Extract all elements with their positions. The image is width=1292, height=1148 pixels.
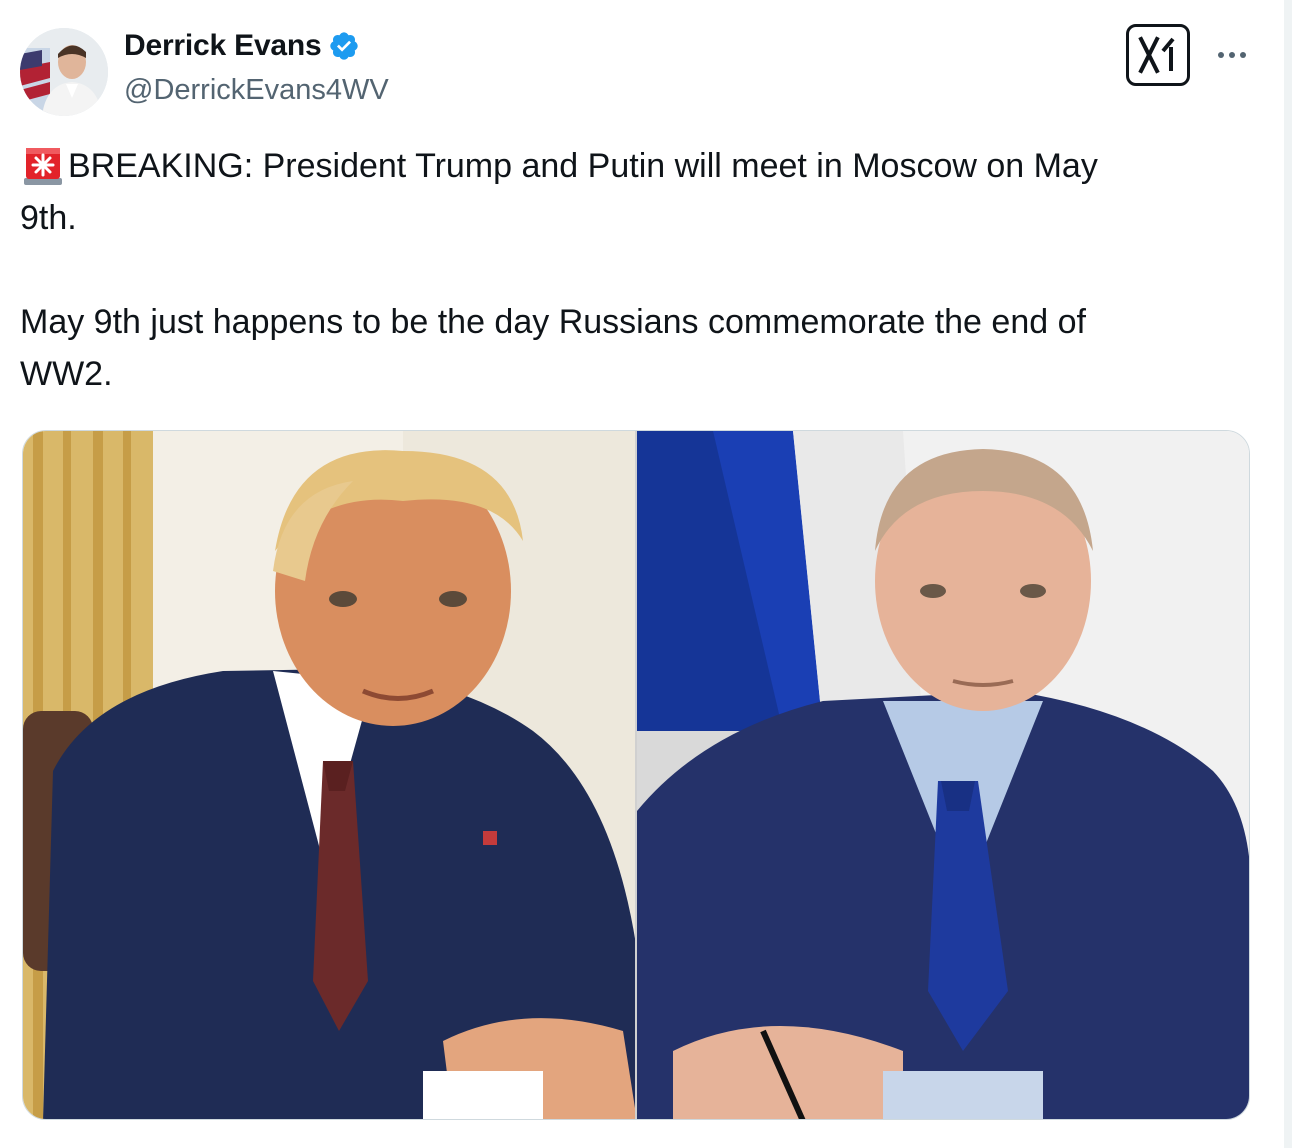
tweet-text: BREAKING: President Trump and Putin will… bbox=[20, 140, 1250, 400]
name-row: Derrick Evans bbox=[124, 28, 360, 64]
grok-button[interactable] bbox=[1126, 24, 1190, 86]
photo-collage-image bbox=[23, 431, 1249, 1119]
tweet-media-image[interactable] bbox=[22, 430, 1250, 1120]
more-horizontal-icon[interactable] bbox=[1212, 40, 1252, 70]
tweet-card[interactable]: Derrick Evans @DerrickEvans4WV BREAKING:… bbox=[0, 0, 1284, 1148]
verified-badge-icon bbox=[328, 30, 360, 62]
rotating-light-emoji-icon bbox=[20, 140, 66, 186]
more-dot bbox=[1229, 52, 1235, 58]
avatar[interactable] bbox=[20, 28, 108, 116]
author-display-name[interactable]: Derrick Evans bbox=[124, 29, 322, 63]
tweet-header: Derrick Evans @DerrickEvans4WV bbox=[20, 20, 1260, 116]
tweet-body: BREAKING: President Trump and Putin will… bbox=[20, 147, 1098, 393]
author-handle[interactable]: @DerrickEvans4WV bbox=[124, 74, 389, 107]
more-dot bbox=[1240, 52, 1246, 58]
more-dot bbox=[1218, 52, 1224, 58]
scrollbar-track bbox=[1284, 0, 1292, 1148]
grok-x-icon bbox=[1138, 36, 1175, 74]
